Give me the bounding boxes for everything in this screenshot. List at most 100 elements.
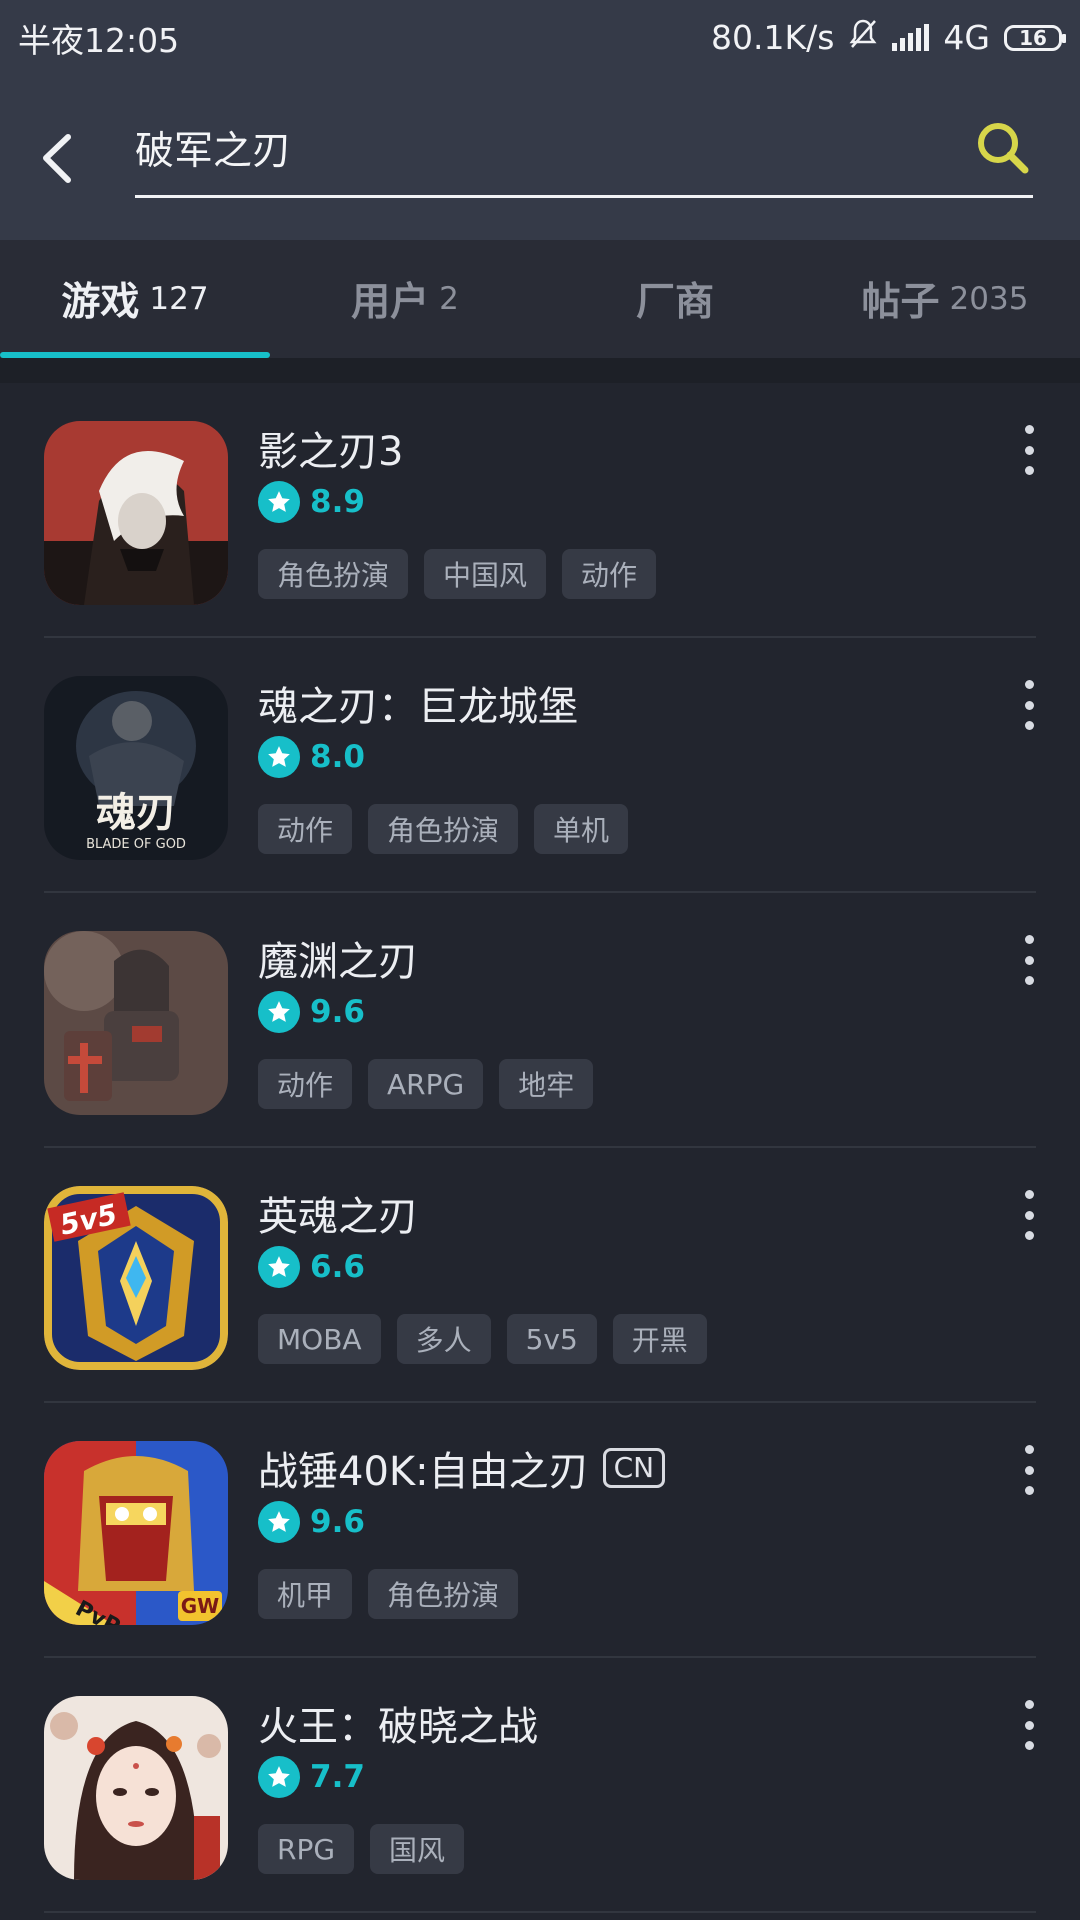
tab-games[interactable]: 游戏 127	[0, 240, 270, 358]
more-options-button[interactable]	[1016, 425, 1042, 475]
armored-knight-icon[interactable]	[44, 931, 228, 1115]
network-speed: 80.1K/s	[710, 18, 835, 57]
star-icon	[258, 991, 300, 1033]
tag[interactable]: 机甲	[258, 1569, 353, 1619]
more-options-button[interactable]	[1016, 1700, 1042, 1750]
heroine-portrait-icon[interactable]	[44, 1696, 228, 1880]
tab-users[interactable]: 用户 2	[270, 240, 540, 358]
list-item[interactable]: 5v5 英魂之刃 6.6 MOBA 多人 5v5 开黑	[0, 1148, 1080, 1403]
back-button[interactable]	[38, 125, 88, 195]
tag[interactable]: 单机	[534, 804, 629, 854]
tag[interactable]: 开黑	[612, 1314, 707, 1364]
tag[interactable]: 角色扮演	[258, 549, 409, 599]
chevron-left-icon	[43, 134, 71, 183]
svg-text:魂刃: 魂刃	[96, 789, 176, 836]
tab-posts[interactable]: 帖子 2035	[810, 240, 1080, 358]
search-icon	[978, 123, 1029, 174]
star-icon	[258, 736, 300, 778]
tab-label: 厂商	[635, 280, 714, 325]
divider	[44, 1911, 1036, 1913]
blade-of-god-icon[interactable]: 魂刃 BLADE OF GOD	[44, 676, 228, 860]
rating-value: 8.0	[310, 739, 365, 775]
icon-caption-2: GW	[181, 1594, 219, 1618]
star-icon	[258, 481, 300, 523]
tab-label: 游戏	[61, 280, 140, 325]
tab-count: 2	[439, 281, 459, 317]
tag[interactable]: ARPG	[368, 1059, 484, 1109]
battery-icon: 16	[1004, 24, 1066, 51]
tag-list: 动作 ARPG 地牢	[258, 1059, 594, 1109]
tag-list: 机甲 角色扮演	[258, 1569, 519, 1619]
game-title[interactable]: 战锤40K:自由之刃 CN	[258, 1439, 666, 1497]
tag-list: MOBA 多人 5v5 开黑	[258, 1314, 707, 1364]
list-item[interactable]: 影之刃3 8.9 角色扮演 中国风 动作	[0, 383, 1080, 638]
search-query[interactable]: 破军之刃	[135, 120, 291, 176]
tab-vendors[interactable]: 厂商	[540, 240, 810, 358]
more-options-button[interactable]	[1016, 680, 1042, 730]
network-type: 4G	[943, 18, 990, 57]
tag[interactable]: 中国风	[424, 549, 547, 599]
list-item[interactable]: PvP GW 战锤40K:自由之刃 CN 9.6 机甲 角色扮演	[0, 1403, 1080, 1658]
rating: 9.6	[258, 1501, 365, 1543]
tag[interactable]: 动作	[562, 549, 657, 599]
status-bar: 半夜12:05 80.1K/s 4G 16	[0, 0, 1080, 75]
rating: 7.7	[258, 1756, 365, 1798]
game-title-text: 影之刃3	[258, 429, 404, 475]
search-button[interactable]	[973, 118, 1033, 178]
list-item[interactable]: 魂刃 BLADE OF GOD 魂之刃：巨龙城堡 8.0 动作 角色扮演 单机	[0, 638, 1080, 893]
tag[interactable]: 5v5	[506, 1314, 597, 1364]
space-marine-helmet-icon[interactable]: PvP GW	[44, 1441, 228, 1625]
tag[interactable]: 角色扮演	[368, 804, 519, 854]
tag-list: 动作 角色扮演 单机	[258, 804, 629, 854]
more-options-button[interactable]	[1016, 1445, 1042, 1495]
rating: 8.9	[258, 481, 365, 523]
tag[interactable]: 动作	[258, 804, 353, 854]
status-time: 半夜12:05	[18, 20, 180, 60]
more-options-button[interactable]	[1016, 935, 1042, 985]
rating-value: 6.6	[310, 1249, 365, 1285]
tab-divider	[0, 358, 1080, 383]
tab-count: 127	[149, 281, 209, 317]
game-title-text: 战锤40K:自由之刃	[258, 1449, 589, 1495]
golden-shield-icon[interactable]: 5v5	[44, 1186, 228, 1370]
tag[interactable]: 角色扮演	[368, 1569, 519, 1619]
game-title-text: 魔渊之刃	[258, 939, 418, 985]
list-item[interactable]: 魔渊之刃 9.6 动作 ARPG 地牢	[0, 893, 1080, 1148]
game-title[interactable]: 影之刃3	[258, 419, 403, 477]
tag[interactable]: 国风	[370, 1824, 465, 1874]
tag-list: RPG 国风	[258, 1824, 465, 1874]
search-input[interactable]: 破军之刃	[135, 105, 1033, 198]
search-header: 破军之刃	[0, 75, 1080, 240]
game-title-text: 英魂之刃	[258, 1194, 418, 1240]
game-title[interactable]: 火王：破晓之战	[258, 1694, 538, 1752]
result-tabs: 游戏 127 用户 2 厂商 帖子 2035	[0, 240, 1080, 358]
shadow-blade-icon[interactable]	[44, 421, 228, 605]
game-title[interactable]: 魂之刃：巨龙城堡	[258, 674, 578, 732]
tag-list: 角色扮演 中国风 动作	[258, 549, 657, 599]
rating-value: 8.9	[310, 484, 365, 520]
rating: 9.6	[258, 991, 365, 1033]
tag[interactable]: 地牢	[499, 1059, 594, 1109]
list-item[interactable]: 火王：破晓之战 7.7 RPG 国风	[0, 1658, 1080, 1913]
tag[interactable]: MOBA	[258, 1314, 381, 1364]
region-badge: CN	[602, 1448, 666, 1488]
game-list: 影之刃3 8.9 角色扮演 中国风 动作 魂刃 BLADE OF GOD 魂之刃…	[0, 383, 1080, 1913]
tab-count: 2035	[949, 281, 1029, 317]
tag[interactable]: 多人	[396, 1314, 491, 1364]
icon-caption: BLADE OF GOD	[86, 837, 186, 852]
signal-icon	[892, 23, 930, 51]
rating-value: 9.6	[310, 1504, 365, 1540]
star-icon	[258, 1501, 300, 1543]
star-icon	[258, 1246, 300, 1288]
game-title-text: 火王：破晓之战	[258, 1704, 538, 1750]
rating-value: 9.6	[310, 994, 365, 1030]
tab-label: 用户	[351, 280, 430, 325]
tag[interactable]: RPG	[258, 1824, 355, 1874]
more-options-button[interactable]	[1016, 1190, 1042, 1240]
game-title-text: 魂之刃：巨龙城堡	[258, 684, 578, 730]
rating-value: 7.7	[310, 1759, 365, 1795]
game-title[interactable]: 英魂之刃	[258, 1184, 418, 1242]
star-icon	[258, 1756, 300, 1798]
game-title[interactable]: 魔渊之刃	[258, 929, 418, 987]
tag[interactable]: 动作	[258, 1059, 353, 1109]
